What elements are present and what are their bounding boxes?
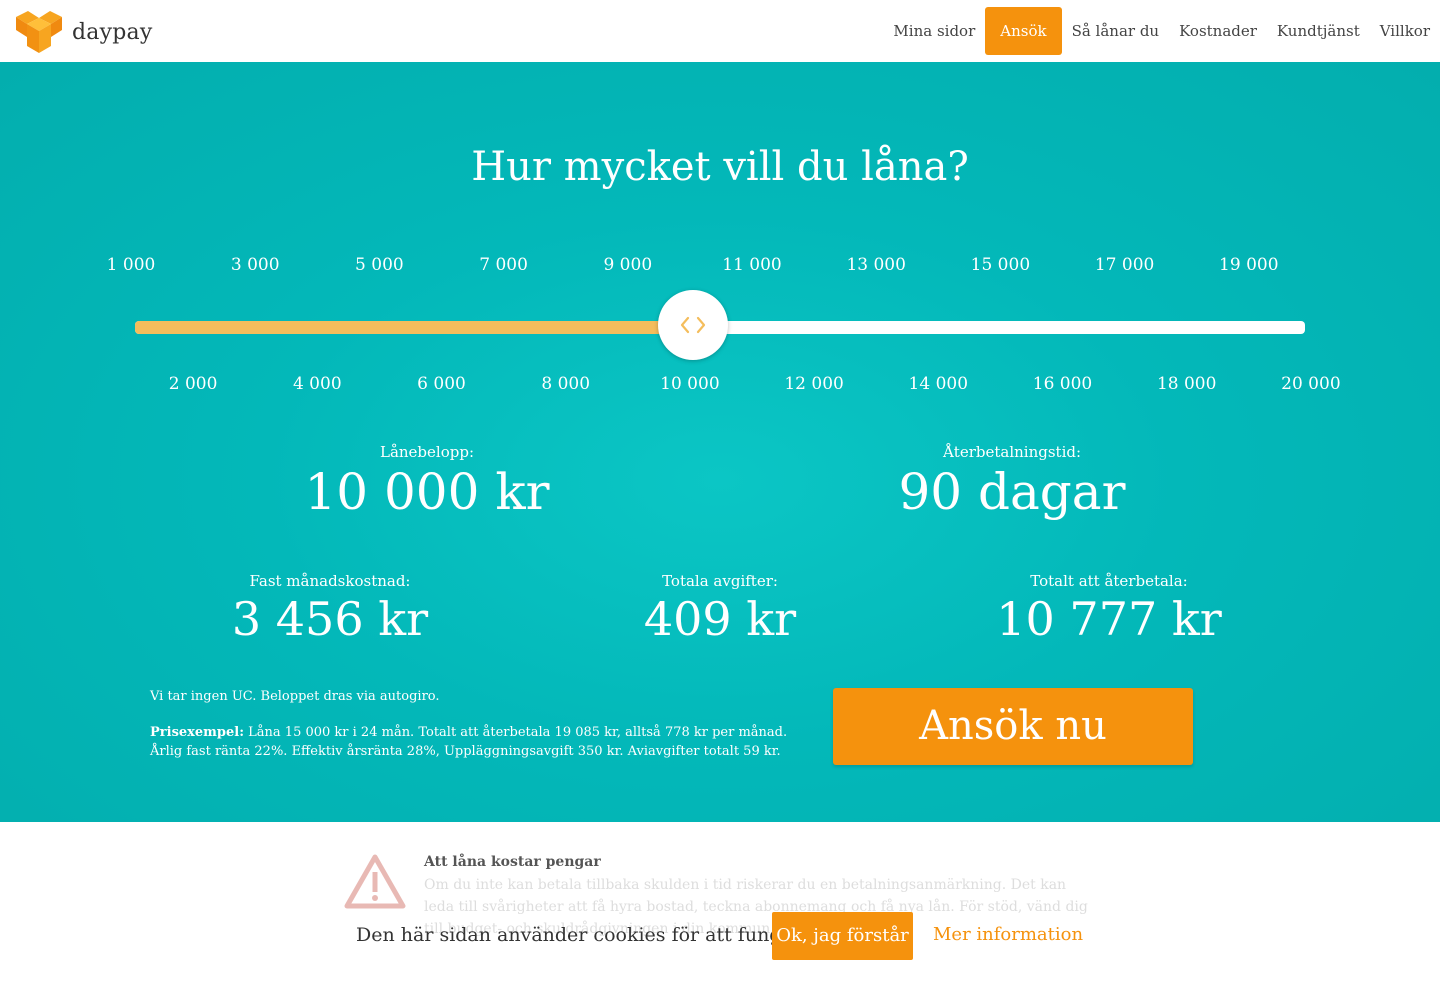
loan-amount-stat: Lånebelopp: 10 000 kr bbox=[304, 443, 549, 521]
warning-section: Att låna kostar pengar Om du inte kan be… bbox=[0, 822, 1440, 1000]
loan-calculator: Hur mycket vill du låna? 1 000 3 000 5 000… bbox=[0, 62, 1440, 822]
slider-tick-label: 15 000 bbox=[970, 255, 1031, 275]
loan-amount-value: 10 000 kr bbox=[304, 463, 550, 521]
slider-tick-label: 8 000 bbox=[541, 374, 591, 394]
total-repay-label: Totalt att återbetala: bbox=[1030, 572, 1188, 590]
nav-kostnader[interactable]: Kostnader bbox=[1169, 7, 1267, 55]
slider-tick-label: 20 000 bbox=[1281, 374, 1341, 394]
loan-amount-label: Lånebelopp: bbox=[379, 443, 475, 461]
price-example: Prisexempel: Låna 15 000 kr i 24 mån. To… bbox=[150, 723, 790, 761]
slider-tick-label: 14 000 bbox=[908, 374, 969, 394]
monthly-cost-value: 3 456 kr bbox=[231, 592, 429, 646]
nav-ansok[interactable]: Ansök bbox=[985, 7, 1062, 55]
repayment-time-stat: Återbetalningstid: 90 dagar bbox=[898, 443, 1125, 521]
slider-tick-label: 2 000 bbox=[168, 374, 218, 394]
cookie-accept-button[interactable]: Ok, jag förstår bbox=[772, 912, 913, 960]
monthly-cost-label: Fast månadskostnad: bbox=[249, 572, 411, 590]
cookie-more-info-link[interactable]: Mer information bbox=[933, 924, 1083, 945]
total-repay-stat: Totalt att återbetala: 10 777 kr bbox=[996, 572, 1221, 646]
slider-tick-label: 19 000 bbox=[1219, 255, 1279, 275]
total-fees-label: Totala avgifter: bbox=[662, 572, 778, 590]
chevron-left-right-icon bbox=[680, 316, 705, 334]
slider-tick-label: 3 000 bbox=[230, 255, 280, 275]
cookie-text: Den här sidan använder cookies för att f… bbox=[356, 924, 820, 946]
slider-tick-label: 16 000 bbox=[1032, 374, 1093, 394]
nav-kundtjanst[interactable]: Kundtjänst bbox=[1267, 7, 1370, 55]
slider-tick-label: 12 000 bbox=[784, 374, 844, 394]
nav-mina-sidor[interactable]: Mina sidor bbox=[883, 7, 985, 55]
slider-tick-label: 1 000 bbox=[106, 255, 156, 275]
monthly-cost-stat: Fast månadskostnad: 3 456 kr bbox=[232, 572, 428, 646]
total-fees-stat: Totala avgifter: 409 kr bbox=[644, 572, 796, 646]
repayment-time-label: Återbetalningstid: bbox=[942, 443, 1082, 461]
amount-slider-fill bbox=[135, 321, 693, 334]
total-repay-value: 10 777 kr bbox=[996, 592, 1222, 646]
slider-tick-label: 5 000 bbox=[355, 255, 404, 275]
slider-tick-label: 4 000 bbox=[292, 374, 342, 394]
slider-tick-label: 18 000 bbox=[1156, 374, 1217, 394]
warning-triangle-icon bbox=[344, 854, 406, 909]
apply-now-button[interactable]: Ansök nu bbox=[833, 688, 1193, 765]
nav-villkor[interactable]: Villkor bbox=[1370, 7, 1440, 55]
slider-tick-label: 17 000 bbox=[1094, 255, 1155, 275]
logo-text: daypay bbox=[72, 19, 153, 45]
slider-tick-label: 7 000 bbox=[479, 255, 528, 275]
slider-tick-label: 10 000 bbox=[660, 374, 720, 394]
main-nav: Mina sidor Ansök Så lånar du Kostnader K… bbox=[883, 7, 1440, 55]
nav-sa-lanar-du[interactable]: Så lånar du bbox=[1062, 7, 1170, 55]
no-uc-note: Vi tar ingen UC. Beloppet dras via autog… bbox=[150, 689, 440, 704]
slider-tick-label: 11 000 bbox=[722, 255, 782, 275]
daypay-logo-icon bbox=[16, 11, 62, 53]
slider-tick-label: 13 000 bbox=[846, 255, 906, 275]
price-example-label: Prisexempel: bbox=[150, 725, 245, 740]
total-fees-value: 409 kr bbox=[643, 592, 797, 646]
repayment-time-value: 90 dagar bbox=[898, 463, 1126, 521]
site-header: daypay Mina sidor Ansök Så lånar du Kost… bbox=[0, 0, 1440, 62]
cookie-banner: Den här sidan använder cookies för att f… bbox=[0, 912, 1440, 960]
logo[interactable]: daypay bbox=[14, 9, 152, 55]
slider-tick-label: 6 000 bbox=[417, 374, 466, 394]
page-title: Hur mycket vill du låna? bbox=[471, 144, 969, 190]
slider-tick-label: 9 000 bbox=[603, 255, 653, 275]
warning-title: Att låna kostar pengar bbox=[424, 854, 601, 870]
price-example-text: Låna 15 000 kr i 24 mån. Totalt att åter… bbox=[150, 725, 788, 759]
amount-slider-handle[interactable] bbox=[657, 290, 728, 360]
